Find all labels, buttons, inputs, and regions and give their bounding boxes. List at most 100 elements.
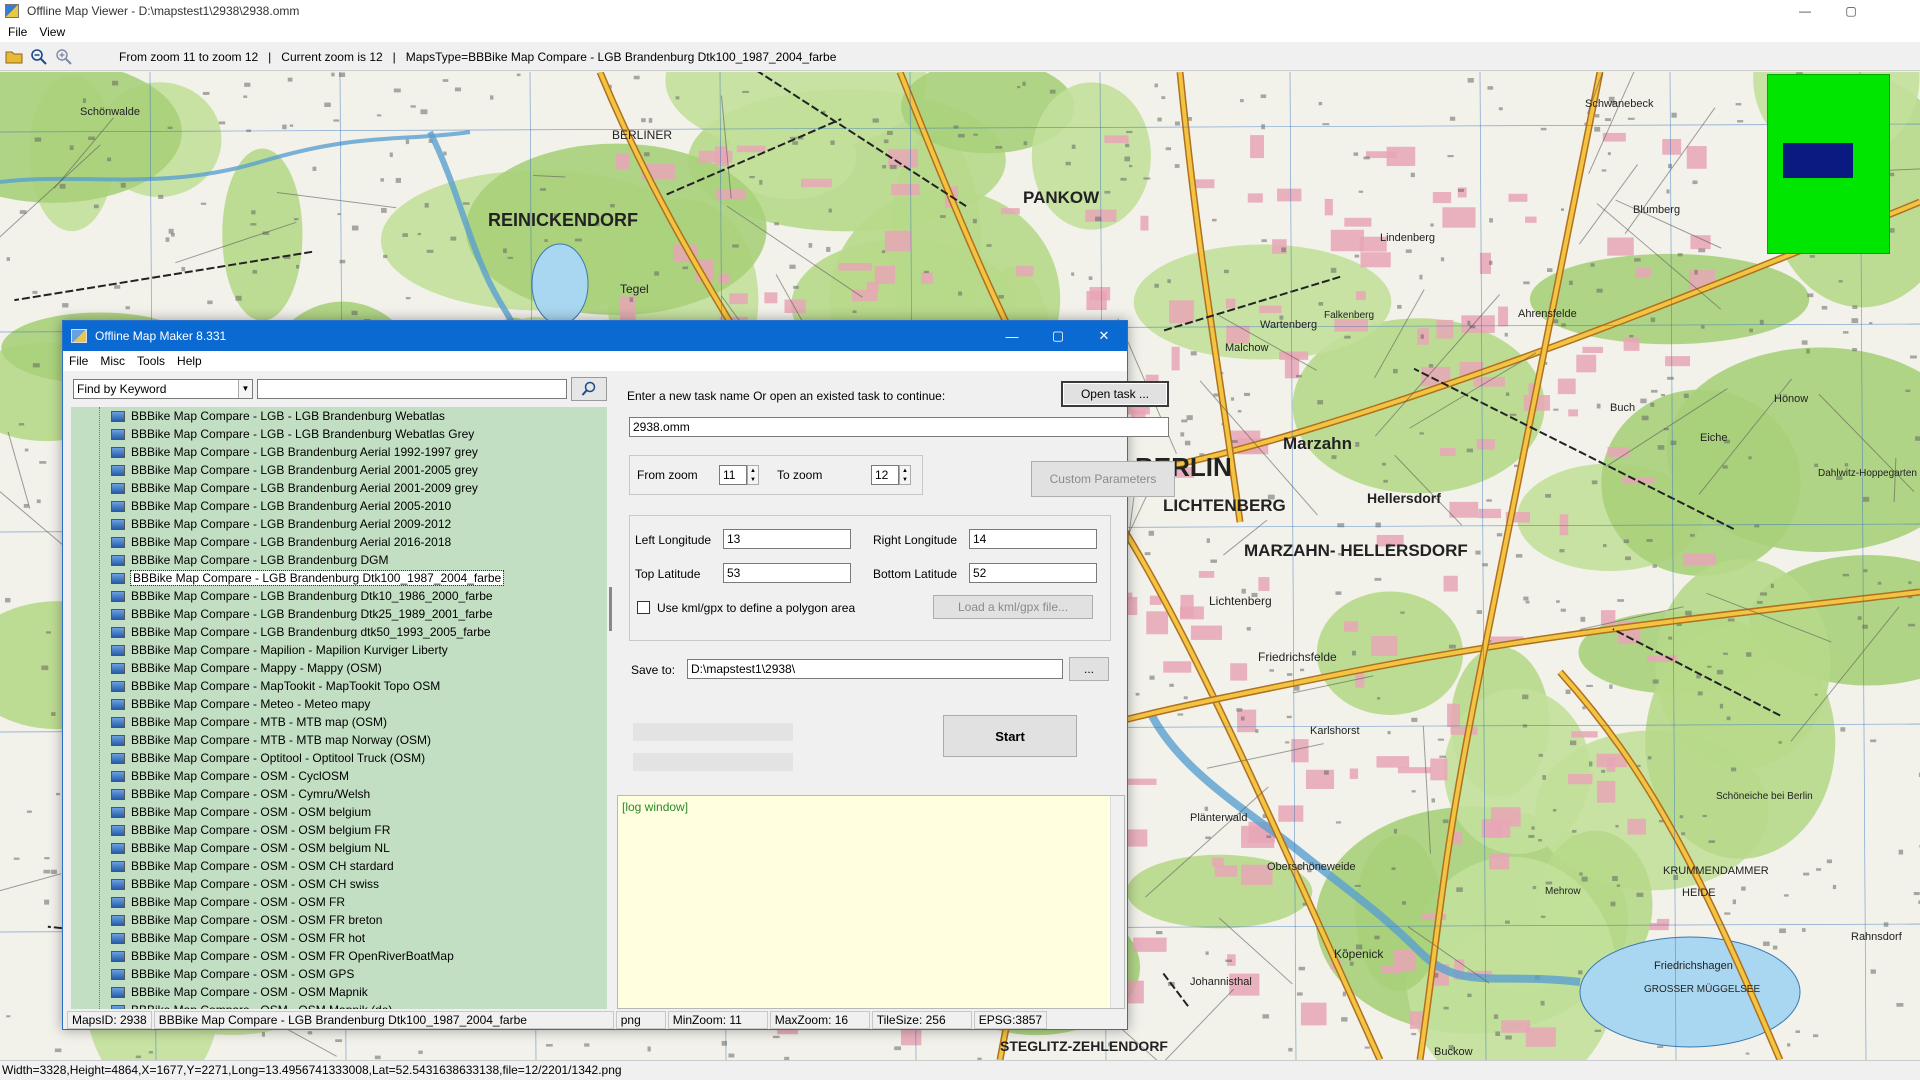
maker-close-button[interactable]: ✕ [1081,321,1127,351]
tree-item[interactable]: BBBike Map Compare - MTB - MTB map Norwa… [71,731,607,749]
maker-titlebar[interactable]: Offline Map Maker 8.331 — ▢ ✕ [63,321,1127,351]
save-to-input[interactable]: D:\mapstest1\2938\ [687,659,1063,679]
tree-item[interactable]: BBBike Map Compare - LGB Brandenburg Aer… [71,443,607,461]
maker-minimize-button[interactable]: — [989,321,1035,351]
tree-item-label: BBBike Map Compare - MTB - MTB map (OSM) [131,715,388,729]
minimize-button[interactable]: — [1782,0,1828,22]
map-place-label: Plänterwald [1190,812,1248,824]
viewer-menubar: File View [0,22,1920,42]
from-zoom-input[interactable]: 11 [719,465,747,485]
search-button[interactable] [571,377,607,401]
tree-item[interactable]: BBBike Map Compare - MapTookit - MapTook… [71,677,607,695]
browse-button[interactable]: ... [1069,657,1109,681]
close-button[interactable] [1874,0,1920,22]
tree-item[interactable]: BBBike Map Compare - OSM - OSM FR hot [71,929,607,947]
maker-menu-file[interactable]: File [69,354,88,368]
tree-item[interactable]: BBBike Map Compare - OSM - OSM Mapnik [71,983,607,1001]
tree-item[interactable]: BBBike Map Compare - LGB Brandenburg DGM [71,551,607,569]
to-zoom-spinner[interactable]: ▲ ▼ [899,465,911,485]
tree-item-label: BBBike Map Compare - Mappy - Mappy (OSM) [131,661,382,675]
tree-item[interactable]: BBBike Map Compare - Mappy - Mappy (OSM) [71,659,607,677]
zoom-out-icon[interactable] [28,46,50,68]
overview-map[interactable] [1767,74,1890,254]
tree-item[interactable]: BBBike Map Compare - Mapilion - Mapilion… [71,641,607,659]
progress-bar-2 [633,753,793,771]
tree-item[interactable]: BBBike Map Compare - OSM - OSM GPS [71,965,607,983]
from-zoom-spinner[interactable]: ▲ ▼ [747,465,759,485]
tree-item[interactable]: BBBike Map Compare - OSM - OSM Mapnik (d… [71,1001,607,1009]
tree-item[interactable]: BBBike Map Compare - OSM - OSM FR [71,893,607,911]
overview-viewport[interactable] [1783,143,1853,178]
tree-item[interactable]: BBBike Map Compare - MTB - MTB map (OSM) [71,713,607,731]
map-tile-icon [111,464,125,476]
map-tile-icon [111,932,125,944]
tree-item-label: BBBike Map Compare - LGB Brandenburg Aer… [131,481,478,495]
tree-item[interactable]: BBBike Map Compare - OSM - OSM belgium N… [71,839,607,857]
map-place-label: Mehrow [1545,886,1581,897]
tree-item-label: BBBike Map Compare - LGB Brandenburg Dtk… [129,570,505,586]
map-tile-icon [111,662,125,674]
tree-item[interactable]: BBBike Map Compare - LGB Brandenburg Aer… [71,497,607,515]
tree-item[interactable]: BBBike Map Compare - LGB Brandenburg Aer… [71,515,607,533]
log-scrollbar[interactable] [1110,796,1124,1008]
maker-menu-misc[interactable]: Misc [100,354,125,368]
tree-item[interactable]: BBBike Map Compare - OSM - OSM FR breton [71,911,607,929]
tree-item[interactable]: BBBike Map Compare - LGB Brandenburg Aer… [71,533,607,551]
kml-checkbox[interactable] [637,601,650,614]
tree-item[interactable]: BBBike Map Compare - OSM - OSM FR OpenRi… [71,947,607,965]
task-name-input[interactable]: 2938.omm [629,417,1169,437]
tree-item[interactable]: BBBike Map Compare - LGB Brandenburg Aer… [71,461,607,479]
tree-item[interactable]: BBBike Map Compare - OSM - OSM belgium F… [71,821,607,839]
menu-view[interactable]: View [39,25,65,39]
tree-item[interactable]: BBBike Map Compare - LGB Brandenburg Dtk… [71,569,607,587]
open-folder-icon[interactable] [3,46,25,68]
tree-item-label: BBBike Map Compare - Meteo - Meteo mapy [131,697,371,711]
tree-item[interactable]: BBBike Map Compare - OSM - Cymru/Welsh [71,785,607,803]
bottom-latitude-label: Bottom Latitude [873,567,958,581]
open-task-button[interactable]: Open task ... [1061,381,1169,407]
menu-file[interactable]: File [8,25,27,39]
maker-menu-tools[interactable]: Tools [137,354,165,368]
tree-item[interactable]: BBBike Map Compare - OSM - OSM belgium [71,803,607,821]
map-place-label: LICHTENBERG [1163,496,1286,515]
left-longitude-input[interactable]: 13 [723,529,851,549]
chevron-down-icon[interactable]: ▼ [238,380,252,398]
map-place-label: Hellersdorf [1367,490,1441,506]
map-place-label: Lichtenberg [1209,594,1272,608]
maker-menu-help[interactable]: Help [177,354,202,368]
custom-parameters-button[interactable]: Custom Parameters [1031,461,1175,497]
tree-item[interactable]: BBBike Map Compare - OSM - OSM CH starda… [71,857,607,875]
map-tile-icon [111,590,125,602]
zoom-in-icon[interactable] [53,46,75,68]
tree-item[interactable]: BBBike Map Compare - LGB - LGB Brandenbu… [71,425,607,443]
maker-maximize-button[interactable]: ▢ [1035,321,1081,351]
bottom-latitude-input[interactable]: 52 [969,563,1097,583]
tree-item[interactable]: BBBike Map Compare - Meteo - Meteo mapy [71,695,607,713]
start-button[interactable]: Start [943,715,1077,757]
log-window[interactable]: [log window] [617,795,1125,1009]
tree-item[interactable]: BBBike Map Compare - OSM - CyclOSM [71,767,607,785]
map-place-label: PANKOW [1023,188,1100,207]
map-place-label: Johannisthal [1190,976,1252,988]
tree-item[interactable]: BBBike Map Compare - LGB Brandenburg Aer… [71,479,607,497]
maximize-button[interactable]: ▢ [1828,0,1874,22]
load-kml-button[interactable]: Load a kml/gpx file... [933,595,1093,619]
to-zoom-input[interactable]: 12 [871,465,899,485]
right-longitude-input[interactable]: 14 [969,529,1097,549]
tree-item[interactable]: BBBike Map Compare - LGB Brandenburg Dtk… [71,605,607,623]
pane-splitter[interactable] [609,587,612,631]
tree-item[interactable]: BBBike Map Compare - LGB - LGB Brandenbu… [71,407,607,425]
tree-item[interactable]: BBBike Map Compare - OSM - OSM CH swiss [71,875,607,893]
maker-statusbar: MapsID: 2938 BBBike Map Compare - LGB Br… [67,1011,1125,1029]
search-mode-select[interactable]: Find by Keyword ▼ [73,379,253,399]
tree-item[interactable]: BBBike Map Compare - Optitool - Optitool… [71,749,607,767]
map-place-label: Falkenberg [1324,310,1375,321]
tree-item[interactable]: BBBike Map Compare - LGB Brandenburg Dtk… [71,587,607,605]
tree-item-label: BBBike Map Compare - LGB Brandenburg DGM [131,553,389,567]
map-place-label: Malchow [1225,342,1269,354]
tree-item[interactable]: BBBike Map Compare - LGB Brandenburg dtk… [71,623,607,641]
status-tile-size: TileSize: 256 [871,1011,972,1029]
maps-tree[interactable]: BBBike Map Compare - LGB - LGB Brandenbu… [71,407,607,1009]
top-latitude-input[interactable]: 53 [723,563,851,583]
search-input[interactable] [257,379,567,399]
